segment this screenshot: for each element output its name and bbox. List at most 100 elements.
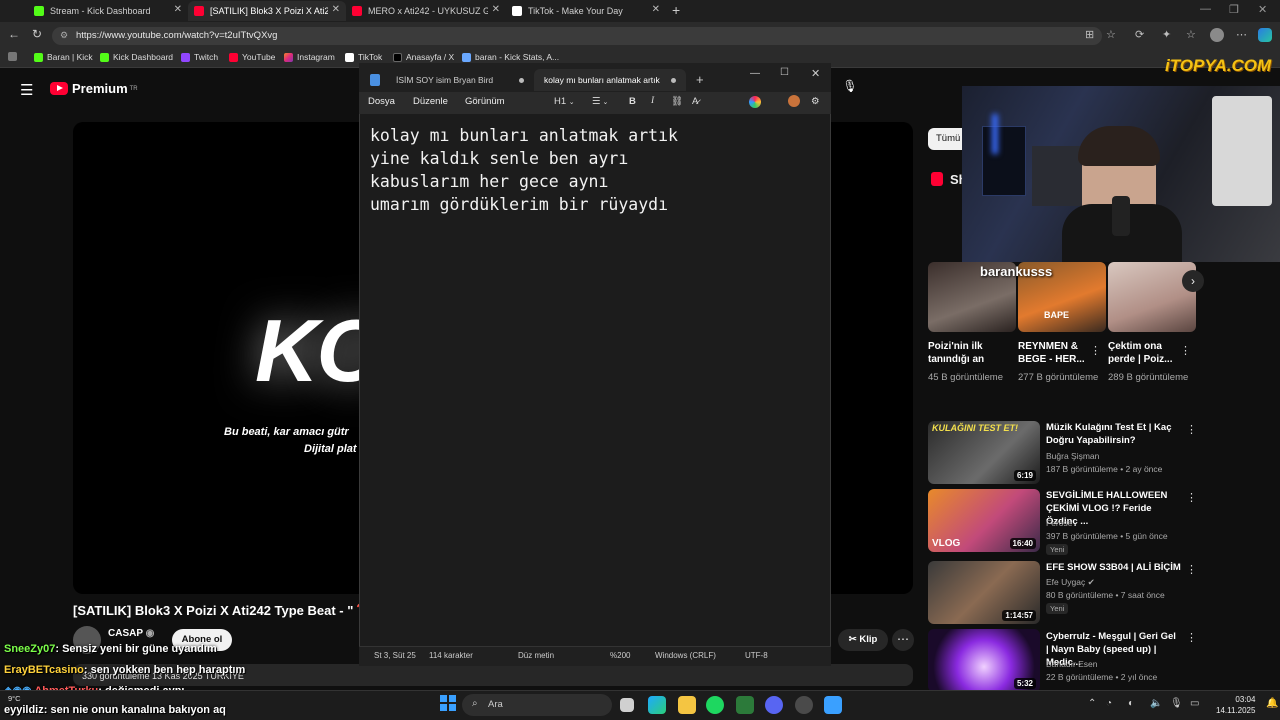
italic-icon[interactable]: I <box>651 96 654 106</box>
close-icon[interactable]: ✕ <box>332 4 340 15</box>
minimize-icon[interactable]: — <box>1200 3 1211 15</box>
status-encoding[interactable]: UTF-8 <box>745 651 768 660</box>
voice-search-icon[interactable]: 🎙 <box>840 79 860 99</box>
heading-dropdown[interactable]: H1 ⌄ <box>554 96 575 107</box>
short-thumbnail[interactable] <box>1108 262 1196 332</box>
short-title[interactable]: Poizi'nin ilk tanındığı an <box>928 340 1006 366</box>
discord-icon[interactable] <box>765 696 783 714</box>
mic-icon[interactable]: 🎙 <box>1170 698 1183 709</box>
hamburger-menu-icon[interactable]: ☰ <box>20 81 33 99</box>
bookmark-instagram[interactable]: Instagram <box>284 52 335 62</box>
short-menu-icon[interactable]: ⋮ <box>1090 344 1101 357</box>
status-format[interactable]: Düz metin <box>518 651 554 660</box>
video-title-link[interactable]: Müzik Kulağını Test Et | Kaç Doğru Yapab… <box>1046 421 1181 447</box>
task-view-icon[interactable] <box>620 698 634 712</box>
video-channel[interactable]: Buğra Şişman <box>1046 451 1099 461</box>
menu-file[interactable]: Dosya <box>368 96 395 107</box>
bookmark-x[interactable]: Anasayfa / X <box>393 52 454 62</box>
browser-tab-tiktok[interactable]: TikTok - Make Your Day ✕ <box>506 1 666 21</box>
copilot-icon[interactable] <box>749 96 761 108</box>
video-menu-icon[interactable]: ⋮ <box>1186 423 1197 436</box>
link-icon[interactable]: ⛓ <box>671 96 683 107</box>
favorite-star-icon[interactable]: ☆ <box>1106 28 1116 41</box>
profile-avatar[interactable] <box>1210 28 1224 42</box>
tray-app-icon[interactable]: ◔ <box>1106 698 1112 709</box>
browser-tab-mero[interactable]: MERO x Ati242 - UYKUSUZ GECE... ✕ <box>346 1 506 21</box>
notepad-taskbar-icon[interactable] <box>824 696 842 714</box>
copilot-icon[interactable] <box>1258 28 1272 42</box>
bookmark-twitch[interactable]: Twitch <box>181 52 218 62</box>
bookmark-youtube[interactable]: YouTube <box>229 52 275 62</box>
notepad-close-icon[interactable]: ✕ <box>811 67 820 80</box>
video-thumbnail[interactable]: 1:14:57 <box>928 561 1040 624</box>
menu-dots-icon[interactable]: ⋯ <box>1236 28 1247 41</box>
video-thumbnail[interactable]: KULAĞINI TEST ET! 6:19 <box>928 421 1040 484</box>
close-icon[interactable]: ✕ <box>652 4 660 15</box>
short-title[interactable]: Çektim ona perde | Poiz... <box>1108 340 1186 366</box>
maximize-icon[interactable]: ❐ <box>1229 3 1239 16</box>
status-line-ending[interactable]: Windows (CRLF) <box>655 651 716 660</box>
close-icon[interactable]: ✕ <box>492 4 500 15</box>
video-menu-icon[interactable]: ⋮ <box>1186 563 1197 576</box>
shorts-next-icon[interactable]: › <box>1182 270 1204 292</box>
youtube-logo[interactable]: Premium TR <box>50 81 138 96</box>
tray-app-icon[interactable]: ◐ <box>1128 698 1134 709</box>
bookmark-kick-stats[interactable]: baran - Kick Stats, A... <box>462 52 559 62</box>
volume-icon[interactable]: 🔈 <box>1150 698 1162 709</box>
notepad-minimize-icon[interactable]: — <box>750 68 760 79</box>
notification-icon[interactable]: 🔔 <box>1266 698 1278 709</box>
spotify-icon[interactable] <box>706 696 724 714</box>
taskbar-search[interactable]: ⌕ Ara <box>462 694 612 716</box>
close-icon[interactable]: ✕ <box>174 4 182 15</box>
display-icon[interactable]: ▭ <box>1190 698 1199 709</box>
channel-name[interactable]: CASAP ◉ <box>108 628 154 639</box>
new-tab-button[interactable]: + <box>672 2 680 18</box>
close-window-icon[interactable]: ✕ <box>1258 3 1267 16</box>
url-bar[interactable]: ⚙ https://www.youtube.com/watch?v=t2uITt… <box>52 27 1102 45</box>
video-title-link[interactable]: EFE SHOW S3B04 | ALİ BİÇİM <box>1046 561 1181 574</box>
clear-format-icon[interactable]: A̷ <box>692 96 698 107</box>
taskbar-clock[interactable]: 03:04 14.11.2025 <box>1216 694 1255 716</box>
browser-tab-youtube[interactable]: [SATILIK] Blok3 X Poizi X Ati242 T... ✕ <box>188 1 346 21</box>
bookmark-baran-kick[interactable]: Baran | Kick <box>34 52 93 62</box>
settings-gear-icon[interactable]: ⚙ <box>811 96 820 107</box>
site-info-icon[interactable]: ⚙ <box>60 30 68 41</box>
video-channel[interactable]: Ferose <box>1046 518 1072 528</box>
account-avatar[interactable] <box>788 95 800 107</box>
video-channel[interactable]: Efe Uygaç ✔ <box>1046 577 1095 588</box>
video-channel[interactable]: Bahadır Esen <box>1046 659 1098 669</box>
video-menu-icon[interactable]: ⋮ <box>1186 491 1197 504</box>
app-icon[interactable] <box>736 696 754 714</box>
extensions-puzzle-icon[interactable]: ✦ <box>1162 28 1171 41</box>
app-icon[interactable] <box>795 696 813 714</box>
video-thumbnail[interactable]: VLOG 16:40 <box>928 489 1040 552</box>
extension-icon[interactable]: ⟳ <box>1135 28 1144 41</box>
refresh-icon[interactable]: ↻ <box>32 27 42 41</box>
menu-edit[interactable]: Düzenle <box>413 96 448 107</box>
tray-chevron-icon[interactable]: ⌃ <box>1088 698 1096 709</box>
back-icon[interactable]: ← <box>8 27 20 41</box>
short-title[interactable]: REYNMEN & BEGE - HER... <box>1018 340 1096 366</box>
clip-button[interactable]: ✂ Klip <box>838 629 888 651</box>
notepad-new-tab-icon[interactable]: + <box>696 72 704 87</box>
bold-icon[interactable]: B <box>629 96 636 107</box>
start-windows-icon[interactable] <box>440 695 456 711</box>
notepad-maximize-icon[interactable]: ☐ <box>780 67 789 78</box>
bookmarks-menu-icon[interactable] <box>8 52 21 61</box>
weather-widget[interactable]: 9°C <box>8 694 21 703</box>
video-menu-icon[interactable]: ⋮ <box>1186 631 1197 644</box>
status-zoom[interactable]: %200 <box>610 651 630 660</box>
notepad-editor[interactable]: kolay mı bunları anlatmak artık yine kal… <box>370 124 820 216</box>
file-explorer-icon[interactable] <box>678 696 696 714</box>
edge-browser-icon[interactable] <box>648 696 666 714</box>
bookmark-tiktok[interactable]: TikTok <box>345 52 382 62</box>
collections-icon[interactable]: ☆ <box>1186 28 1196 41</box>
browser-tab-kick[interactable]: Stream - Kick Dashboard ✕ <box>28 1 188 21</box>
notepad-tab-1[interactable]: İSİM SOY isim Bryan Bird <box>386 69 534 91</box>
video-thumbnail[interactable]: 5:32 <box>928 629 1040 692</box>
short-menu-icon[interactable]: ⋮ <box>1180 344 1191 357</box>
more-actions-icon[interactable]: ⋯ <box>892 629 914 651</box>
list-dropdown-icon[interactable]: ☰ ⌄ <box>592 96 608 107</box>
bookmark-kick-dashboard[interactable]: Kick Dashboard <box>100 52 173 62</box>
notepad-tab-2[interactable]: kolay mı bunları anlatmak artık <box>534 69 686 91</box>
